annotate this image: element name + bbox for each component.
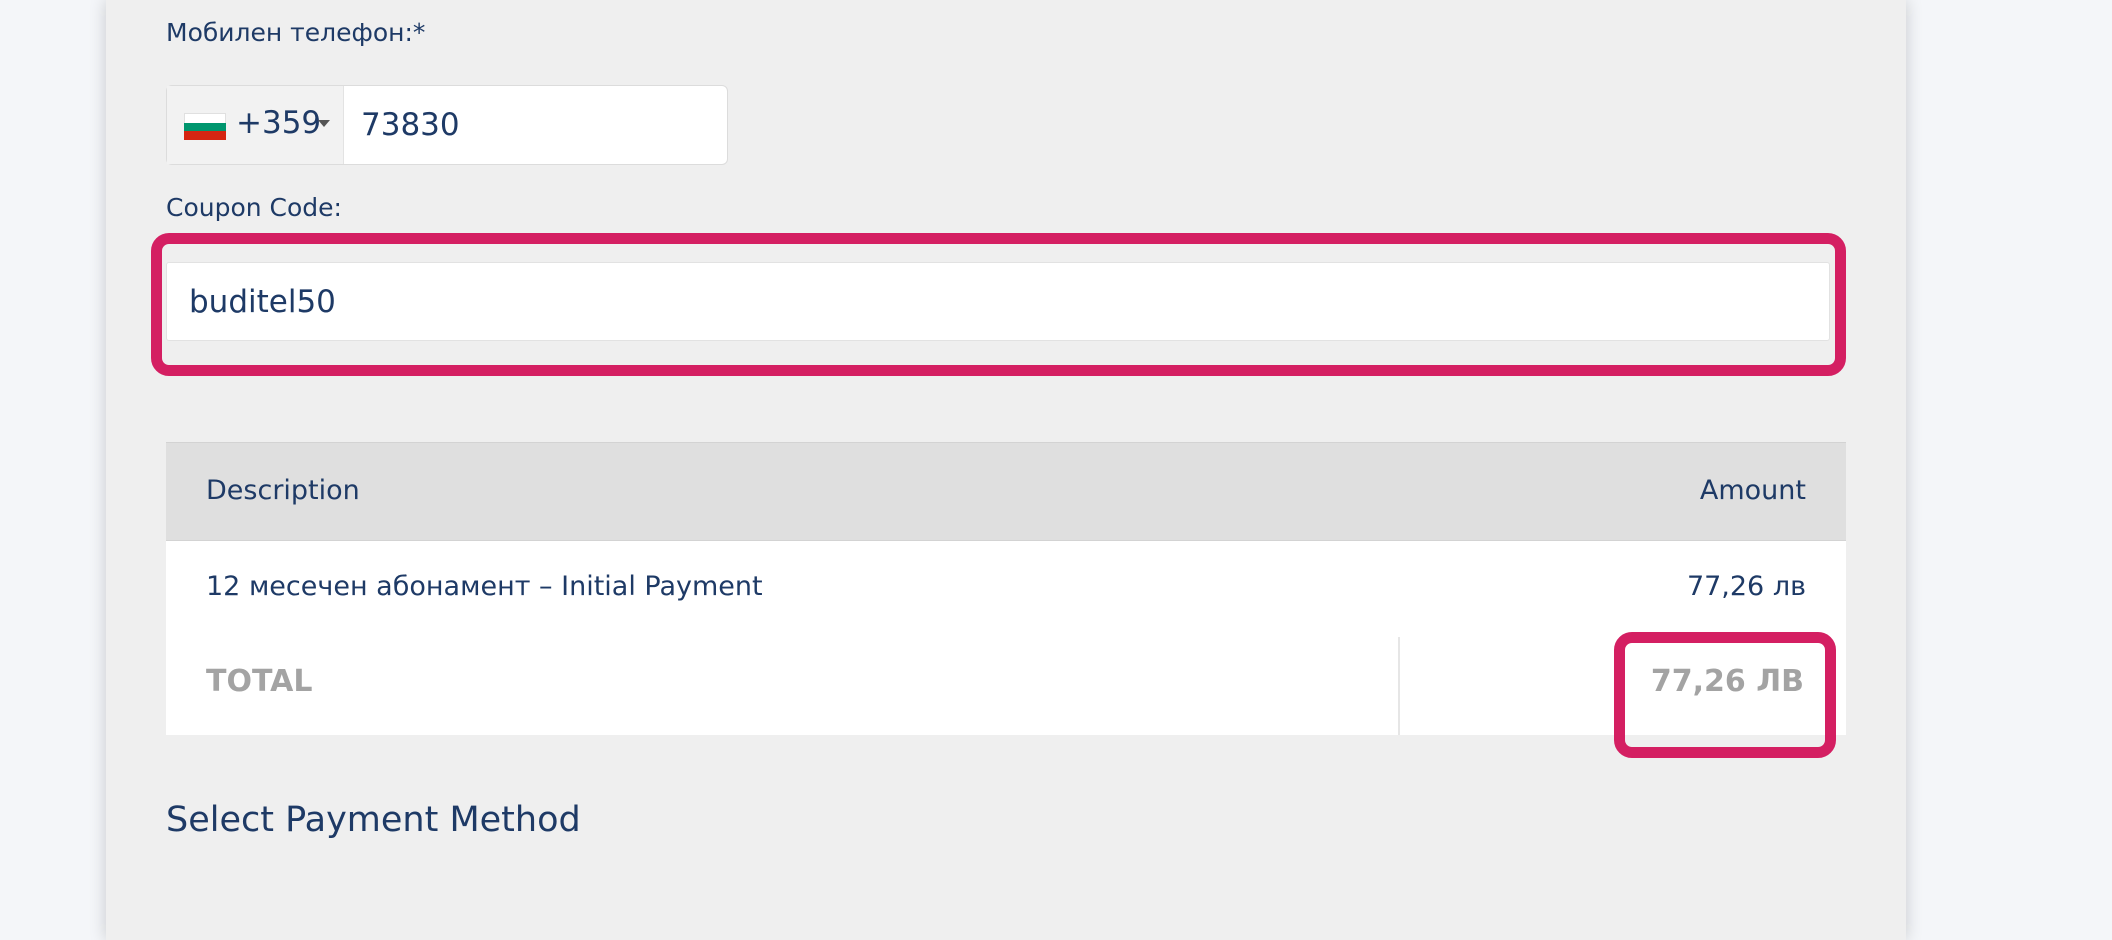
row-description: 12 месечен абонамент – Initial Payment bbox=[206, 571, 763, 602]
total-label: TOTAL bbox=[206, 664, 313, 699]
amount-header: Amount bbox=[1699, 475, 1806, 506]
total-amount: 77,26 ЛВ bbox=[1650, 664, 1804, 699]
payment-method-heading: Select Payment Method bbox=[166, 800, 581, 840]
coupon-input[interactable] bbox=[166, 262, 1830, 341]
country-code: +359 bbox=[236, 105, 322, 141]
row-amount: 77,26 лв bbox=[1686, 571, 1806, 602]
country-code-dropdown[interactable]: +359 bbox=[167, 86, 344, 164]
chevron-down-icon bbox=[318, 120, 330, 127]
total-row: TOTAL 77,26 ЛВ bbox=[166, 637, 1846, 735]
table-row: 12 месечен абонамент – Initial Payment 7… bbox=[166, 541, 1846, 637]
phone-field: +359 bbox=[166, 85, 728, 165]
table-header: Description Amount bbox=[166, 442, 1846, 541]
phone-label: Мобилен телефон:* bbox=[166, 18, 426, 47]
coupon-label: Coupon Code: bbox=[166, 193, 342, 222]
column-divider bbox=[1398, 637, 1400, 735]
bulgaria-flag-icon bbox=[184, 113, 226, 141]
phone-input[interactable] bbox=[344, 86, 727, 164]
description-header: Description bbox=[206, 475, 360, 506]
